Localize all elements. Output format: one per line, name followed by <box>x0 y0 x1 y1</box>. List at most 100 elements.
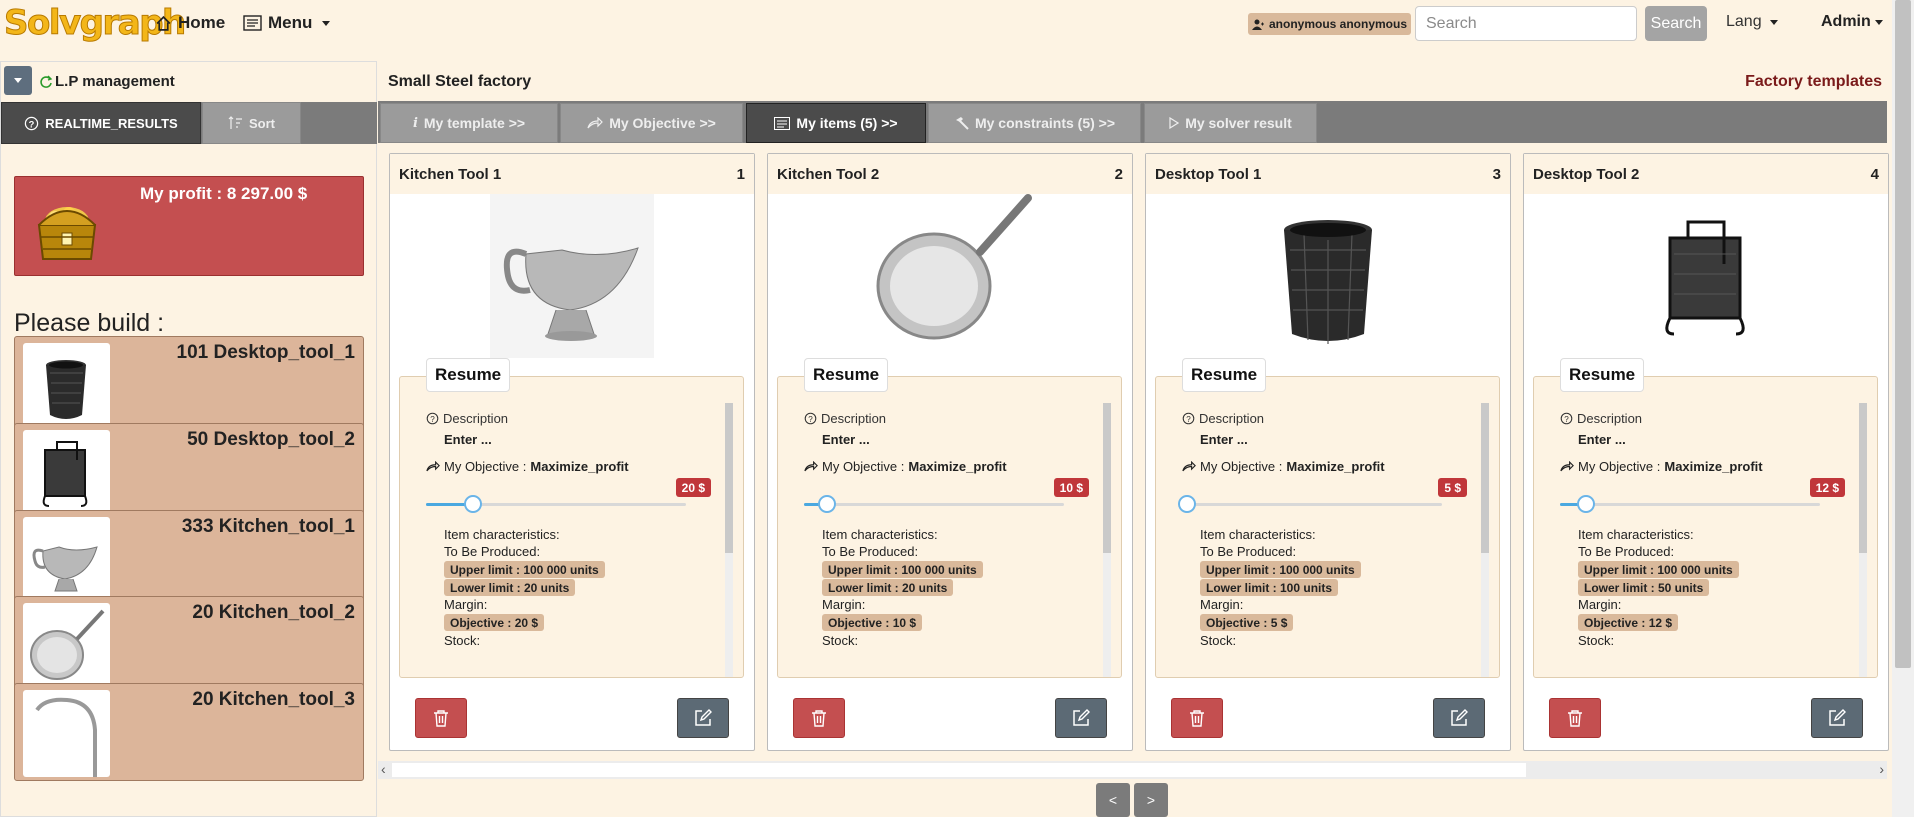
price-badge: 12 $ <box>1809 478 1845 497</box>
description-value[interactable]: Enter ... <box>822 432 870 447</box>
resume-scrollbar[interactable] <box>725 403 733 677</box>
resume-scrollbar[interactable] <box>1103 403 1111 677</box>
menu-dropdown[interactable]: Menu <box>243 12 331 34</box>
hammer-icon <box>955 116 969 130</box>
slider-handle[interactable] <box>464 495 482 513</box>
objective-value: Maximize_profit <box>1286 459 1385 474</box>
price-slider[interactable] <box>804 495 1064 513</box>
to-be-produced-label: To Be Produced: <box>822 544 919 559</box>
delete-button[interactable] <box>415 698 467 738</box>
build-item[interactable]: 333 Kitchen_tool_1 <box>14 510 364 608</box>
item-characteristics-label: Item characteristics: <box>1578 527 1694 542</box>
tab-my-template[interactable]: i My template >> <box>380 103 558 143</box>
tab-my-objective[interactable]: My Objective >> <box>560 103 743 143</box>
delete-button[interactable] <box>793 698 845 738</box>
scrollbar-thumb[interactable] <box>1481 403 1489 553</box>
build-thumbnail <box>23 603 110 690</box>
tab-label: My Objective >> <box>609 115 716 131</box>
scrollbar-thumb[interactable] <box>1103 403 1111 553</box>
home-link[interactable]: Home <box>155 12 225 34</box>
slider-handle[interactable] <box>818 495 836 513</box>
resume-scrollbar[interactable] <box>1481 403 1489 677</box>
edit-button[interactable] <box>1433 698 1485 738</box>
description-label: Description <box>821 411 887 426</box>
description-value[interactable]: Enter ... <box>1200 432 1248 447</box>
search-button[interactable]: Search <box>1645 6 1707 41</box>
help-icon: ? <box>1560 412 1573 425</box>
help-icon: ? <box>804 412 817 425</box>
price-slider[interactable] <box>426 495 686 513</box>
tab-label: My items (5) >> <box>796 115 898 131</box>
price-slider[interactable] <box>1178 495 1442 513</box>
edit-button[interactable] <box>1055 698 1107 738</box>
factory-title: Small Steel factory <box>388 73 532 90</box>
svg-text:?: ? <box>1186 415 1191 424</box>
build-item[interactable]: 20 Kitchen_tool_2 <box>14 596 364 694</box>
description-row: ? Description <box>426 411 508 426</box>
slider-handle[interactable] <box>1178 495 1196 513</box>
tab-my-items[interactable]: My items (5) >> <box>746 103 926 143</box>
lp-collapse-button[interactable] <box>4 66 32 95</box>
objective-value: Maximize_profit <box>908 459 1007 474</box>
magazine-rack-icon <box>42 441 88 507</box>
resume-scrollbar[interactable] <box>1859 403 1867 677</box>
search-input[interactable] <box>1415 6 1637 41</box>
tab-my-constraints[interactable]: My constraints (5) >> <box>928 103 1141 143</box>
description-value[interactable]: Enter ... <box>1578 432 1626 447</box>
card-title: Kitchen Tool 1 <box>399 166 502 183</box>
objective-row: My Objective : Maximize_profit <box>1560 459 1763 474</box>
chevron-right-icon[interactable]: › <box>1879 761 1884 777</box>
tab-my-solver-result[interactable]: My solver result <box>1144 103 1317 143</box>
basket-icon <box>46 360 86 419</box>
scrollbar-thumb[interactable] <box>1859 403 1867 553</box>
description-label: Description <box>443 411 509 426</box>
delete-button[interactable] <box>1171 698 1223 738</box>
tab-sort[interactable]: Sort <box>202 102 301 144</box>
next-page-button[interactable]: > <box>1134 783 1168 817</box>
edit-button[interactable] <box>1811 698 1863 738</box>
lang-dropdown[interactable]: Lang <box>1726 13 1778 31</box>
delete-button[interactable] <box>1549 698 1601 738</box>
build-item[interactable]: 101 Desktop_tool_1 <box>14 336 364 434</box>
prev-page-button[interactable]: < <box>1096 783 1130 817</box>
page-scrollbar[interactable] <box>1892 0 1914 817</box>
build-thumbnail <box>23 690 110 777</box>
build-thumbnail <box>23 343 110 430</box>
objective-row: My Objective : Maximize_profit <box>426 459 629 474</box>
menu-label: Menu <box>268 13 313 32</box>
edit-icon <box>695 709 712 726</box>
resume-label: Resume <box>1560 358 1645 392</box>
item-characteristics-label: Item characteristics: <box>444 527 560 542</box>
item-card: Desktop Tool 2 4 Resume ? Description En… <box>1523 153 1889 751</box>
edit-button[interactable] <box>677 698 729 738</box>
factory-templates-link[interactable]: Factory templates <box>1745 73 1882 91</box>
upper-limit-chip: Upper limit : 100 000 units <box>822 561 983 578</box>
objective-prefix: My Objective : <box>1200 459 1283 474</box>
slider-handle[interactable] <box>1577 495 1595 513</box>
item-characteristics-label: Item characteristics: <box>1200 527 1316 542</box>
tab-realtime-results[interactable]: ? REALTIME_RESULTS <box>1 102 201 144</box>
build-item[interactable]: 50 Desktop_tool_2 <box>14 423 364 521</box>
build-label: 20 Kitchen_tool_3 <box>192 689 355 710</box>
scrollbar-thumb[interactable] <box>1895 0 1911 668</box>
build-item[interactable]: 20 Kitchen_tool_3 <box>14 683 364 781</box>
lang-label: Lang <box>1726 13 1762 30</box>
edit-icon <box>1451 709 1468 726</box>
chevron-left-icon[interactable]: ‹ <box>381 761 386 777</box>
admin-dropdown[interactable]: Admin <box>1821 13 1883 31</box>
price-slider[interactable] <box>1560 495 1820 513</box>
user-badge[interactable]: anonymous anonymous <box>1248 13 1412 35</box>
description-value[interactable]: Enter ... <box>444 432 492 447</box>
mesh-basket-image <box>1284 220 1372 344</box>
lp-panel: L.P management ? REALTIME_RESULTS Sort M… <box>0 61 377 817</box>
scrollbar-thumb[interactable] <box>392 763 1526 777</box>
item-characteristics-label: Item characteristics: <box>822 527 938 542</box>
lp-title-label: L.P management <box>55 73 175 90</box>
horizontal-scrollbar[interactable]: ‹ › <box>378 761 1887 779</box>
objective-row: My Objective : Maximize_profit <box>804 459 1007 474</box>
scrollbar-thumb[interactable] <box>725 403 733 553</box>
card-header: Desktop Tool 1 3 <box>1146 154 1510 194</box>
home-icon <box>156 15 171 31</box>
to-be-produced-label: To Be Produced: <box>1200 544 1297 559</box>
stock-label: Stock: <box>444 633 481 648</box>
